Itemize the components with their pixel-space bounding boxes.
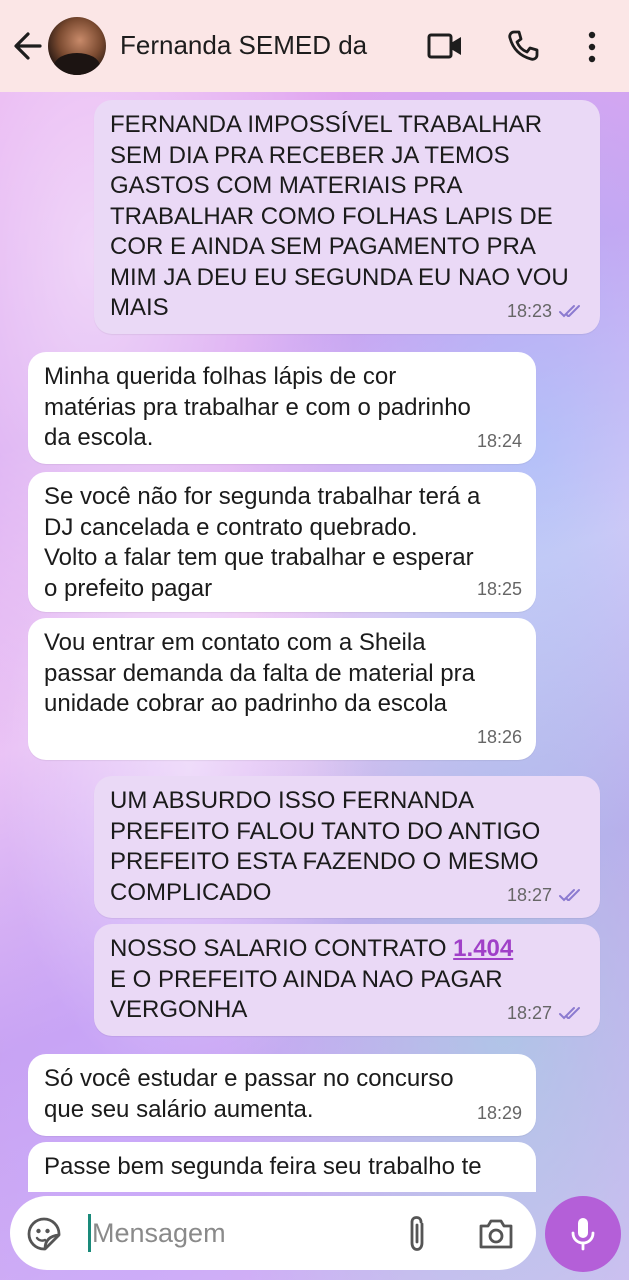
message-text: Vou entrar em contato com a Sheila passa… [44,629,475,717]
message-incoming[interactable]: Se você não for segunda trabalhar terá a… [28,472,536,612]
message-time: 18:27 [506,1002,552,1023]
message-composer[interactable]: Mensagem [10,1196,536,1270]
message-outgoing[interactable]: NOSSO SALARIO CONTRATO 1.404 E O PREFEIT… [94,924,600,1036]
message-meta: 18:23 [507,296,586,327]
message-incoming[interactable]: Passe bem segunda feira seu trabalho te [28,1142,536,1192]
message-text: Minha querida folhas lápis de cor matéri… [44,363,471,451]
message-meta: 18:25 [477,574,522,605]
double-check-icon [559,888,580,902]
voice-record-button[interactable] [545,1196,621,1272]
contact-avatar[interactable] [48,17,106,75]
message-text: Só você estudar e passar no concurso que… [44,1065,454,1123]
message-text-part: E O PREFEITO AINDA NAO PAGAR VERGONHA [110,965,503,1024]
message-time: 18:29 [476,1102,522,1123]
message-outgoing[interactable]: UM ABSURDO ISSO FERNANDA PREFEITO FALOU … [94,776,600,918]
arrow-left-icon[interactable] [12,28,44,64]
sticker-icon[interactable] [26,1216,62,1252]
message-meta: 18:26 [477,722,522,753]
contact-name[interactable]: Fernanda SEMED da [120,30,367,61]
text-caret [88,1214,91,1252]
message-list[interactable]: FERNANDA IMPOSSÍVEL TRABALHAR SEM DIA PR… [0,92,629,1192]
message-input[interactable]: Mensagem [92,1218,226,1249]
camera-icon[interactable] [478,1218,514,1250]
message-text: Passe bem segunda feira seu trabalho te [44,1153,482,1180]
message-time: 18:24 [476,430,522,451]
video-call-icon[interactable] [427,32,463,60]
double-check-icon [559,304,580,318]
message-outgoing[interactable]: FERNANDA IMPOSSÍVEL TRABALHAR SEM DIA PR… [94,100,600,334]
message-meta: 18:24 [477,426,522,457]
double-check-icon [559,1006,580,1020]
message-text: FERNANDA IMPOSSÍVEL TRABALHAR SEM DIA PR… [110,111,569,321]
message-incoming[interactable]: Vou entrar em contato com a Sheila passa… [28,618,536,760]
more-vert-icon[interactable] [584,30,600,64]
message-meta: 18:27 [507,998,586,1029]
message-meta: 18:27 [507,880,586,911]
message-time: 18:27 [506,884,552,905]
message-meta: 18:29 [477,1098,522,1129]
message-incoming[interactable]: Só você estudar e passar no concurso que… [28,1054,536,1136]
message-text-part: NOSSO SALARIO CONTRATO [110,935,454,962]
chat-header: Fernanda SEMED da [0,0,629,92]
message-time: 18:26 [476,726,522,747]
message-time: 18:23 [506,300,552,321]
phone-number-link[interactable]: 1.404 [453,935,513,962]
message-incoming[interactable]: Minha querida folhas lápis de cor matéri… [28,352,536,464]
phone-icon[interactable] [506,29,540,63]
message-time: 18:25 [476,578,522,599]
microphone-icon [571,1218,595,1251]
paperclip-icon[interactable] [406,1214,428,1254]
message-text: Se você não for segunda trabalhar terá a… [44,483,481,602]
